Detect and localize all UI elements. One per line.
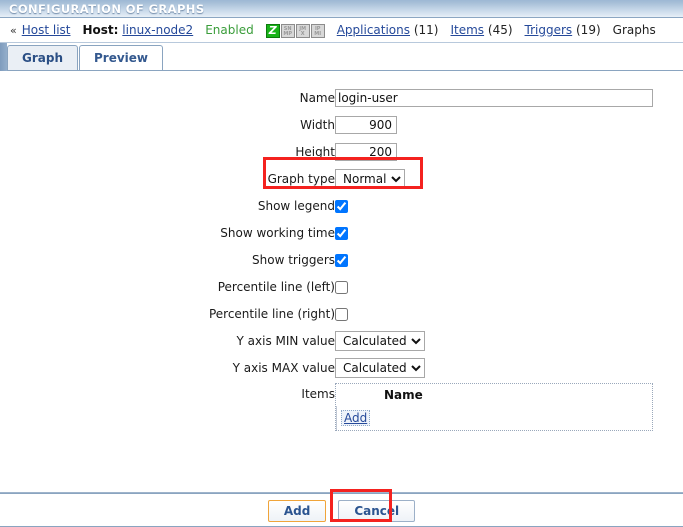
items-add-link[interactable]: Add xyxy=(341,410,371,426)
items-link[interactable]: Items xyxy=(450,23,484,37)
page-title: CONFIGURATION OF GRAPHS xyxy=(9,1,205,16)
show-legend-checkbox[interactable] xyxy=(335,199,348,213)
width-input[interactable] xyxy=(335,115,397,134)
host-list-link[interactable]: Host list xyxy=(22,23,71,37)
tab-preview[interactable]: Preview xyxy=(79,45,164,70)
items-table: Name Add xyxy=(335,383,653,431)
label-graph-type: Graph type xyxy=(267,171,335,186)
back-chevron-icon: « xyxy=(10,23,17,37)
row-name: Name xyxy=(0,84,653,111)
y-axis-max-select[interactable]: Calculated xyxy=(335,357,425,378)
applications-link[interactable]: Applications xyxy=(337,23,410,37)
graph-form: Name Width Height Graph type Normal xyxy=(0,71,683,522)
row-items: Items Name Add xyxy=(0,381,653,431)
snmp-icon: SN MP xyxy=(280,24,295,38)
items-count: (45) xyxy=(487,23,513,37)
label-percentile-left: Percentile line (left) xyxy=(217,279,335,294)
row-graph-type: Graph type Normal xyxy=(0,165,653,192)
applications-count: (11) xyxy=(413,23,439,37)
row-y-axis-min: Y axis MIN value Calculated xyxy=(0,327,653,354)
label-show-triggers: Show triggers xyxy=(252,252,335,267)
triggers-link[interactable]: Triggers xyxy=(525,23,573,37)
label-height: Height xyxy=(295,144,335,159)
items-column-header-name: Name xyxy=(384,388,423,402)
tab-graph[interactable]: Graph xyxy=(7,45,78,70)
graph-type-select[interactable]: Normal xyxy=(335,168,405,189)
row-width: Width xyxy=(0,111,653,138)
triggers-count: (19) xyxy=(576,23,601,37)
label-show-legend: Show legend xyxy=(257,198,335,213)
y-axis-min-select[interactable]: Calculated xyxy=(335,330,425,351)
host-name-link[interactable]: linux-node2 xyxy=(122,23,193,37)
height-input[interactable] xyxy=(335,142,397,161)
row-show-triggers: Show triggers xyxy=(0,246,653,273)
row-height: Height xyxy=(0,138,653,165)
breadcrumb: « Host list Host: linux-node2 Enabled Z … xyxy=(0,18,683,43)
form-footer: Add Cancel xyxy=(0,493,683,527)
window-title-bar: CONFIGURATION OF GRAPHS xyxy=(0,0,683,18)
cancel-button[interactable]: Cancel xyxy=(338,499,416,522)
label-show-working-time: Show working time xyxy=(220,225,335,240)
row-percentile-right: Percentile line (right) xyxy=(0,300,653,327)
label-name: Name xyxy=(299,90,335,105)
jmx-icon: JM X xyxy=(295,24,310,38)
graphs-current: Graphs xyxy=(612,23,656,37)
label-percentile-right: Percentile line (right) xyxy=(208,306,335,321)
tab-bar: Graph Preview xyxy=(0,43,683,71)
show-working-time-checkbox[interactable] xyxy=(335,226,348,240)
percentile-left-checkbox[interactable] xyxy=(335,280,348,294)
label-items: Items xyxy=(301,387,335,401)
graph-form-table: Name Width Height Graph type Normal xyxy=(0,84,653,431)
name-input[interactable] xyxy=(335,88,653,107)
label-y-axis-max: Y axis MAX value xyxy=(232,360,335,375)
ipmi-icon: IP MI xyxy=(310,24,325,38)
submit-add-button[interactable]: Add xyxy=(267,499,327,522)
label-width: Width xyxy=(300,117,335,132)
row-show-legend: Show legend xyxy=(0,192,653,219)
row-percentile-left: Percentile line (left) xyxy=(0,273,653,300)
percentile-right-checkbox[interactable] xyxy=(335,307,348,321)
label-y-axis-min: Y axis MIN value xyxy=(236,333,335,348)
host-interface-icons: Z SN MP JM X IP MI xyxy=(265,24,325,38)
items-add-row: Add xyxy=(336,406,652,430)
row-show-working-time: Show working time xyxy=(0,219,653,246)
show-triggers-checkbox[interactable] xyxy=(335,253,348,267)
row-y-axis-max: Y axis MAX value Calculated xyxy=(0,354,653,381)
zabbix-agent-icon: Z xyxy=(265,24,280,38)
host-label: Host: xyxy=(82,23,119,37)
host-status: Enabled xyxy=(205,23,254,37)
